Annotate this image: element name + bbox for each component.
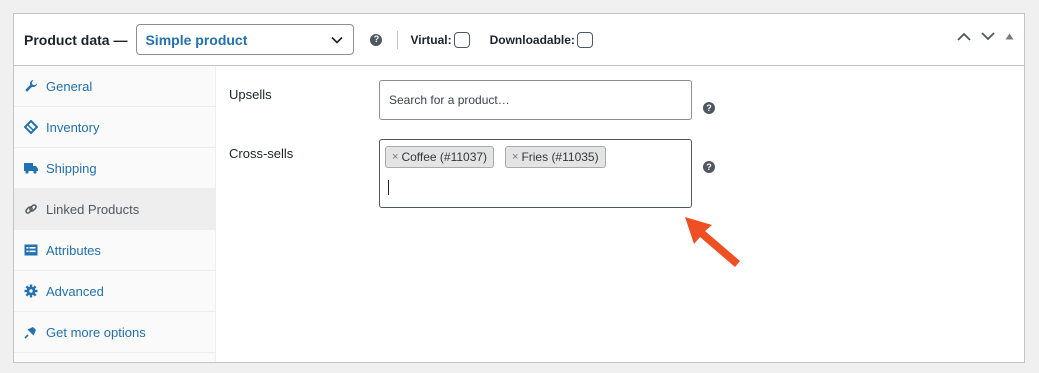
crosssells-label: Cross-sells xyxy=(229,146,294,161)
plug-icon xyxy=(24,325,38,339)
chevron-up-icon[interactable] xyxy=(957,32,971,41)
truck-icon xyxy=(24,161,38,175)
product-data-tabs: General Inventory Shipping Linked Produc… xyxy=(14,66,216,362)
upsells-placeholder: Search for a product… xyxy=(389,93,510,107)
downloadable-option[interactable]: Downloadable: xyxy=(489,31,593,48)
chevron-down-icon xyxy=(331,36,344,44)
tab-attributes[interactable]: Attributes xyxy=(14,230,215,271)
link-icon xyxy=(24,202,38,216)
panel-controls xyxy=(957,32,1014,41)
help-icon[interactable]: ? xyxy=(703,161,715,173)
virtual-option[interactable]: Virtual: xyxy=(410,31,470,48)
list-icon xyxy=(24,243,38,257)
crosssells-input[interactable]: × Coffee (#11037) × Fries (#11035) xyxy=(379,139,692,208)
tab-label: Shipping xyxy=(46,160,97,176)
tab-linked-products[interactable]: Linked Products xyxy=(14,189,215,230)
help-icon[interactable]: ? xyxy=(370,33,383,46)
header-divider xyxy=(397,30,399,49)
product-data-header: Product data — Simple product ? Virtual:… xyxy=(14,14,1024,66)
tab-label: Advanced xyxy=(46,283,104,299)
tab-advanced[interactable]: Advanced xyxy=(14,271,215,312)
remove-chip-icon[interactable]: × xyxy=(392,151,398,163)
upsells-search-input[interactable]: Search for a product… xyxy=(379,80,692,120)
tab-label: Linked Products xyxy=(46,201,140,217)
gear-icon xyxy=(24,284,38,298)
crosssell-chip: × Coffee (#11037) xyxy=(385,146,495,168)
product-data-panel: Product data — Simple product ? Virtual:… xyxy=(13,13,1025,363)
wrench-icon xyxy=(24,79,38,93)
tab-label: Get more options xyxy=(46,324,146,340)
virtual-checkbox[interactable] xyxy=(453,31,470,48)
downloadable-checkbox[interactable] xyxy=(576,31,593,48)
chevron-down-icon[interactable] xyxy=(981,32,995,41)
crosssell-chip: × Fries (#11035) xyxy=(505,146,606,168)
product-type-value: Simple product xyxy=(145,31,248,48)
virtual-label: Virtual: xyxy=(410,32,452,47)
panel-title: Product data — xyxy=(24,31,128,48)
help-icon[interactable]: ? xyxy=(703,102,715,114)
chip-label: Fries (#11035) xyxy=(521,150,599,164)
annotation-arrow-icon xyxy=(685,217,740,267)
tab-shipping[interactable]: Shipping xyxy=(14,148,215,189)
tab-general[interactable]: General xyxy=(14,66,215,107)
tab-label: Attributes xyxy=(46,242,101,258)
tab-label: Inventory xyxy=(46,119,100,135)
remove-chip-icon[interactable]: × xyxy=(512,151,518,163)
downloadable-label: Downloadable: xyxy=(489,32,575,47)
text-caret xyxy=(388,180,389,195)
collapse-triangle-icon[interactable] xyxy=(1005,33,1014,40)
tab-label: General xyxy=(46,78,93,94)
chip-label: Coffee (#11037) xyxy=(401,150,488,164)
upsells-label: Upsells xyxy=(229,87,272,102)
linked-products-panel: Upsells Search for a product… ? Cross-se… xyxy=(216,66,1024,362)
tag-icon xyxy=(24,120,38,134)
tab-get-more-options[interactable]: Get more options xyxy=(14,312,215,353)
product-type-select[interactable]: Simple product xyxy=(136,24,355,55)
tab-inventory[interactable]: Inventory xyxy=(14,107,215,148)
